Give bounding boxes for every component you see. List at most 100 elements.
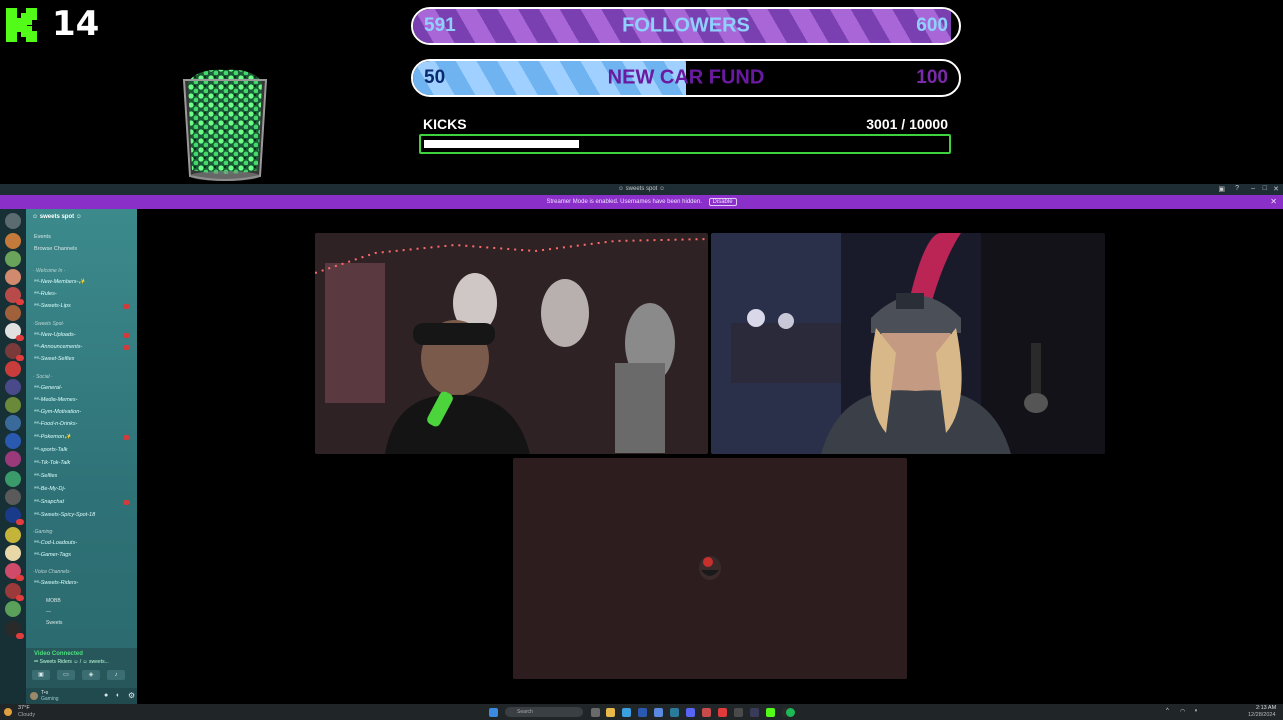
channel-item[interactable]: ʷᵉ-General-	[34, 385, 62, 391]
server-icon[interactable]	[5, 489, 21, 505]
server-icon[interactable]	[5, 563, 24, 581]
screen-share-button[interactable]: ▭	[57, 670, 75, 680]
category-header[interactable]: · Social ·	[33, 374, 53, 380]
channel-item[interactable]: ʷᵉ-Gamer-Tags	[34, 552, 71, 558]
microphone-icon[interactable]: ●	[104, 692, 108, 699]
channel-item[interactable]: ʷᵉ-New-Uploads-	[34, 332, 76, 338]
volume-icon[interactable]: ◖	[1194, 708, 1198, 714]
kick-app-icon[interactable]	[766, 708, 775, 717]
category-header[interactable]: · Welcome In ·	[33, 268, 65, 274]
maximize-button[interactable]: □	[1263, 185, 1267, 192]
weather-desc: Cloudy	[18, 712, 36, 718]
channel-item[interactable]: ʷᵉ-Cod-Loadouts-	[34, 540, 77, 546]
browse-channels-link[interactable]: Browse Channels	[34, 246, 77, 252]
server-icon[interactable]	[5, 397, 21, 413]
channel-item[interactable]: ʷᵉ-Media-Memes-	[34, 397, 77, 403]
channel-item[interactable]: ʷᵉ-Sweets-Spicy-Spot-18	[34, 512, 95, 518]
channel-item[interactable]: ʷᵉ-Rules-	[34, 291, 57, 297]
server-icon[interactable]	[5, 601, 21, 617]
server-icon[interactable]	[5, 545, 21, 561]
obs-icon[interactable]	[718, 708, 727, 717]
server-icon[interactable]	[5, 251, 21, 267]
server-icon[interactable]	[5, 471, 21, 487]
channel-item[interactable]: ʷᵉ-Food-n-Drinks-	[34, 421, 77, 427]
tray-chevron-icon[interactable]: ^	[1166, 708, 1169, 714]
server-icon[interactable]	[5, 287, 24, 305]
channel-item[interactable]: ʷᵉ-New-Members-✨	[34, 279, 85, 285]
weather-temp: 37°F	[18, 705, 30, 711]
server-icon[interactable]	[5, 233, 21, 249]
video-tile-participant-2[interactable]	[711, 233, 1105, 454]
start-menu-icon[interactable]	[489, 708, 498, 717]
server-icon[interactable]	[5, 323, 24, 341]
channel-item[interactable]: ʷᵉ-Gym-Motivation-	[34, 409, 81, 415]
events-link[interactable]: Events	[34, 234, 51, 240]
spotify-icon[interactable]	[786, 708, 795, 717]
server-icon[interactable]	[5, 343, 24, 361]
edge-browser-icon[interactable]	[622, 708, 631, 717]
soundboard-button[interactable]: ♪	[107, 670, 125, 680]
store-icon[interactable]	[638, 708, 647, 717]
car-fund-goal-bar: 50 NEW CAR FUND 100	[411, 59, 961, 97]
server-icon[interactable]	[5, 361, 21, 377]
server-icon[interactable]	[5, 451, 21, 467]
category-header[interactable]: ·Gaming·	[33, 529, 54, 535]
close-button[interactable]: ✕	[1273, 185, 1279, 193]
app-icon[interactable]	[734, 708, 743, 717]
voice-channel-item[interactable]: ʷᵉ-Sweets-Riders-	[34, 580, 78, 586]
voice-user[interactable]: —	[46, 609, 51, 615]
channel-item[interactable]: ʷᵉ-Announcements-	[34, 344, 82, 350]
server-icon[interactable]	[5, 507, 24, 525]
followers-target: 600	[916, 15, 948, 36]
help-icon[interactable]: ?	[1235, 185, 1239, 192]
server-icon[interactable]	[5, 621, 24, 639]
home-icon[interactable]	[5, 213, 21, 229]
weather-icon[interactable]	[4, 708, 12, 716]
server-icon[interactable]	[5, 433, 21, 449]
file-explorer-icon[interactable]	[606, 708, 615, 717]
steam-icon[interactable]	[670, 708, 679, 717]
voice-user[interactable]: MOBB	[46, 598, 61, 604]
task-view-icon[interactable]	[591, 708, 600, 717]
clock-time[interactable]: 2:13 AM	[1256, 705, 1276, 711]
camera-button[interactable]: ▣	[32, 670, 50, 680]
channel-item[interactable]: ʷᵉ-Be-My-Dj-	[34, 486, 66, 492]
headphones-icon[interactable]: ◐	[116, 692, 120, 699]
minimize-button[interactable]: –	[1251, 185, 1255, 192]
channel-item[interactable]: ʷᵉ-Sweets-Lips	[34, 303, 71, 309]
video-tile-participant-1[interactable]	[315, 233, 708, 454]
server-icon[interactable]	[5, 379, 21, 395]
video-tile-participant-3[interactable]	[513, 458, 907, 679]
category-header[interactable]: ·Sweets Spot·	[33, 321, 64, 327]
mail-icon[interactable]	[654, 708, 663, 717]
voice-connection-panel: Video Connected ʷᵉ Sweets Riders ☺ / ☺ s…	[26, 648, 137, 688]
channel-item[interactable]: ʷᵉ-Selfies	[34, 473, 57, 479]
taskbar-search-box[interactable]: Search	[505, 707, 583, 717]
app-icon[interactable]	[750, 708, 759, 717]
channel-item[interactable]: ʷᵉ-Snapchat	[34, 499, 64, 505]
banner-close-icon[interactable]: ✕	[1270, 197, 1277, 206]
inbox-icon[interactable]: ▣	[1218, 185, 1225, 193]
channel-item[interactable]: ʷᵉ-Pokemon✨	[34, 434, 71, 440]
server-icon[interactable]	[5, 527, 21, 543]
channel-item[interactable]: ʷᵉ-Tik-Tok-Talk	[34, 460, 70, 466]
user-status: Gaming	[41, 696, 59, 702]
channel-item[interactable]: ʷᵉ-Sweet-Selfies	[34, 356, 74, 362]
discord-icon[interactable]	[686, 708, 695, 717]
activity-button[interactable]: ◈	[82, 670, 100, 680]
settings-gear-icon[interactable]: ⚙	[128, 691, 135, 700]
disable-streamer-mode-button[interactable]: Disable	[708, 198, 737, 206]
server-icon[interactable]	[5, 269, 21, 285]
voice-user[interactable]: Sweets	[46, 620, 62, 626]
clock-date[interactable]: 12/28/2024	[1248, 712, 1276, 718]
category-header[interactable]: ·Voice Channels·	[33, 569, 71, 575]
server-icon[interactable]	[5, 305, 21, 321]
mention-badge	[123, 304, 130, 309]
server-icon[interactable]	[5, 415, 21, 431]
channel-item[interactable]: ʷᵉ-sports-Talk	[34, 447, 67, 453]
network-icon[interactable]: ◠	[1180, 708, 1185, 715]
server-icon[interactable]	[5, 583, 24, 601]
avatar[interactable]	[30, 692, 38, 700]
server-name[interactable]: ☺ sweets spot ☺	[32, 214, 82, 220]
chrome-icon[interactable]	[702, 708, 711, 717]
